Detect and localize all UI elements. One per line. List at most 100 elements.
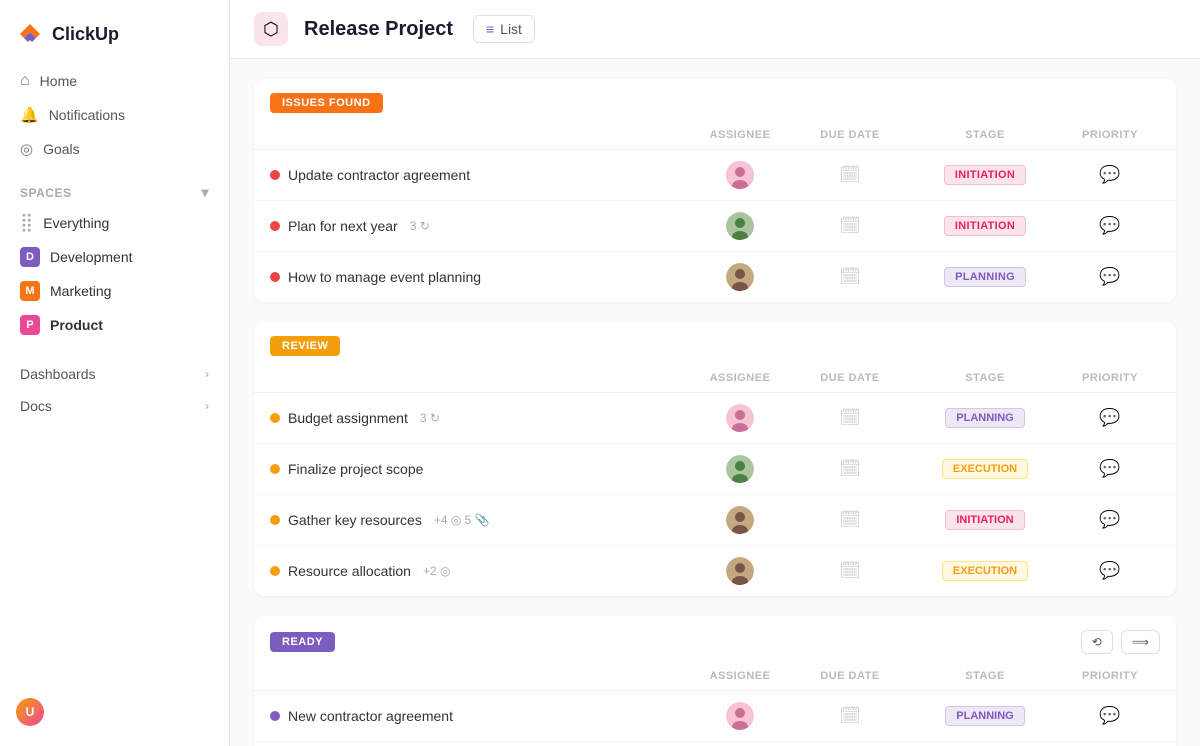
sidebar: ClickUp ⌂ Home 🔔 Notifications ◎ Goals S… [0,0,230,746]
toolbar-btn-2[interactable]: ⟹ [1121,630,1160,654]
col-task [270,129,690,141]
priority-cell[interactable]: 💬 [1060,510,1160,530]
priority-dot [270,272,280,282]
everything-icon: ⣿ [20,212,33,233]
col-duedate: DUE DATE [790,670,910,682]
task-meta: 3 ↻ [410,219,430,233]
sidebar-item-label: Development [50,249,133,265]
spaces-label: Spaces [20,186,71,200]
project-icon: ⬡ [254,12,288,46]
sidebar-item-marketing[interactable]: M Marketing [8,274,221,308]
task-meta: 3 ↻ [420,411,440,425]
assignee-cell [690,557,790,585]
col-stage: STAGE [910,670,1060,682]
spaces-header: Spaces ▾ [0,174,229,205]
stage-cell[interactable]: PLANNING [910,267,1060,287]
table-row: Update contractor agreement 🗓 INITIATION… [254,150,1176,201]
avatar [726,455,754,483]
table-row: Refresh company website 5 📎 🗓 EXECUTION … [254,742,1176,746]
product-space-icon: P [20,315,40,335]
priority-cell[interactable]: 💬 [1060,216,1160,236]
col-duedate: DUE DATE [790,372,910,384]
priority-cell[interactable]: 💬 [1060,165,1160,185]
date-cell[interactable]: 🗓 [790,561,910,581]
avatar [726,506,754,534]
priority-dot [270,711,280,721]
stage-cell[interactable]: PLANNING [910,408,1060,428]
table-header-ready: ASSIGNEE DUE DATE STAGE PRIORITY [254,662,1176,691]
section-issues: ISSUES FOUND ASSIGNEE DUE DATE STAGE PRI… [254,79,1176,302]
stage-cell[interactable]: INITIATION [910,510,1060,530]
view-toggle-list[interactable]: ≡ List [473,15,535,43]
sidebar-item-home[interactable]: ⌂ Home [8,64,221,98]
date-cell[interactable]: 🗓 [790,267,910,287]
col-assignee: ASSIGNEE [690,129,790,141]
task-meta: +4 ◎ 5 📎 [434,513,490,527]
avatar [726,212,754,240]
priority-cell[interactable]: 💬 [1060,459,1160,479]
section-review: REVIEW ASSIGNEE DUE DATE STAGE PRIORITY … [254,322,1176,596]
task-text: Budget assignment [288,410,408,426]
assignee-cell [690,455,790,483]
task-name[interactable]: Gather key resources +4 ◎ 5 📎 [270,512,690,528]
stage-cell[interactable]: EXECUTION [910,561,1060,581]
priority-cell[interactable]: 💬 [1060,408,1160,428]
chevron-down-icon[interactable]: ▾ [201,184,209,201]
priority-cell[interactable]: 💬 [1060,267,1160,287]
sidebar-item-everything[interactable]: ⣿ Everything [8,205,221,240]
stage-cell[interactable]: EXECUTION [910,459,1060,479]
priority-dot [270,221,280,231]
priority-cell[interactable]: 💬 [1060,706,1160,726]
table-header-issues: ASSIGNEE DUE DATE STAGE PRIORITY [254,121,1176,150]
user-profile[interactable]: U [0,690,229,734]
table-row: Plan for next year 3 ↻ 🗓 INITIATION 💬 [254,201,1176,252]
stage-badge: INITIATION [944,216,1026,236]
date-cell[interactable]: 🗓 [790,459,910,479]
dashboards-label: Dashboards [20,366,96,382]
stage-badge: PLANNING [945,706,1024,726]
priority-dot [270,515,280,525]
stage-cell[interactable]: INITIATION [910,165,1060,185]
date-cell[interactable]: 🗓 [790,706,910,726]
task-name[interactable]: How to manage event planning [270,269,690,285]
date-cell[interactable]: 🗓 [790,165,910,185]
stage-cell[interactable]: PLANNING [910,706,1060,726]
avatar: U [16,698,44,726]
sidebar-item-label: Home [40,73,77,89]
task-meta: +2 ◎ [423,564,451,578]
date-cell[interactable]: 🗓 [790,510,910,530]
home-icon: ⌂ [20,72,30,90]
priority-cell[interactable]: 💬 [1060,561,1160,581]
sidebar-item-docs[interactable]: Docs › [8,390,221,422]
task-name[interactable]: Budget assignment 3 ↻ [270,410,690,426]
sidebar-item-notifications[interactable]: 🔔 Notifications [8,98,221,132]
priority-dot [270,170,280,180]
sidebar-bottom: Dashboards › Docs › [0,350,229,430]
toolbar-btn-1[interactable]: ⟲ [1081,630,1113,654]
table-header-review: ASSIGNEE DUE DATE STAGE PRIORITY [254,364,1176,393]
sidebar-item-dashboards[interactable]: Dashboards › [8,358,221,390]
task-name[interactable]: Plan for next year 3 ↻ [270,218,690,234]
date-cell[interactable]: 🗓 [790,408,910,428]
avatar [726,161,754,189]
sidebar-item-label: Everything [43,215,109,231]
sidebar-logo[interactable]: ClickUp [0,12,229,64]
col-stage: STAGE [910,129,1060,141]
stage-cell[interactable]: INITIATION [910,216,1060,236]
task-name[interactable]: Resource allocation +2 ◎ [270,563,690,579]
date-cell[interactable]: 🗓 [790,216,910,236]
section-ready: READY ⟲ ⟹ ASSIGNEE DUE DATE STAGE PRIORI… [254,616,1176,746]
assignee-cell [690,506,790,534]
task-name[interactable]: Update contractor agreement [270,167,690,183]
task-name[interactable]: New contractor agreement [270,708,690,724]
sidebar-item-goals[interactable]: ◎ Goals [8,132,221,166]
task-name[interactable]: Finalize project scope [270,461,690,477]
clickup-logo-icon [16,20,44,48]
sidebar-item-development[interactable]: D Development [8,240,221,274]
content-area: ISSUES FOUND ASSIGNEE DUE DATE STAGE PRI… [230,59,1200,746]
sidebar-item-product[interactable]: P Product [8,308,221,342]
avatar [726,263,754,291]
section-label-issues: ISSUES FOUND [270,93,383,113]
stage-badge: EXECUTION [942,561,1028,581]
table-row: Finalize project scope 🗓 EXECUTION 💬 [254,444,1176,495]
